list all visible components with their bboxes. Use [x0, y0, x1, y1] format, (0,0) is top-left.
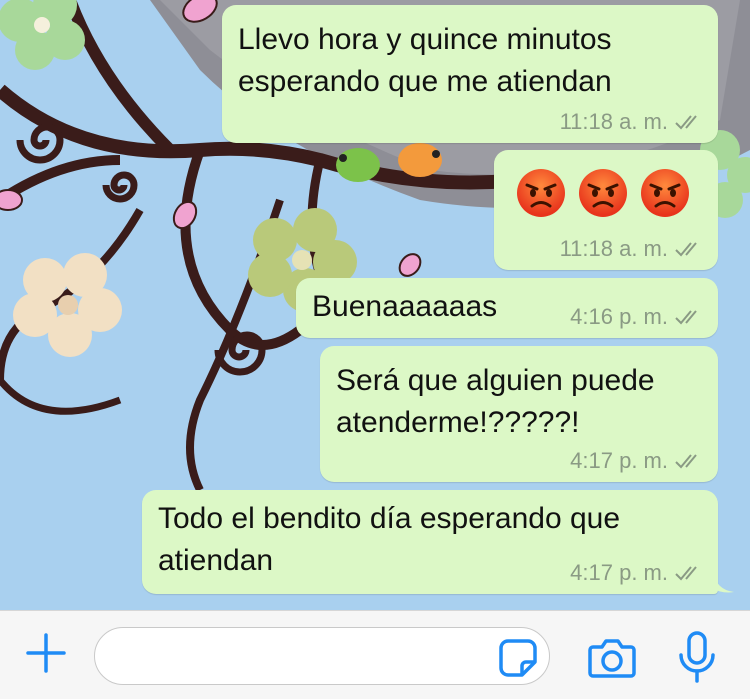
message-bubble[interactable]: Será que alguien puede atenderme!?????! … — [320, 346, 718, 482]
message-input-bar — [0, 610, 750, 699]
message-bubble[interactable]: 11:18 a. m. — [494, 150, 718, 270]
message-time: 4:17 p. m. — [570, 560, 668, 585]
microphone-icon[interactable] — [676, 631, 718, 683]
message-time: 11:18 a. m. — [559, 236, 668, 261]
camera-icon[interactable] — [588, 637, 636, 679]
message-text: Será que alguien puede atenderme!?????! — [336, 364, 655, 439]
message-bubble[interactable]: Todo el bendito día esperando que atiend… — [142, 490, 718, 594]
message-text: Llevo hora y quince minutos esperando qu… — [238, 23, 612, 98]
message-time: 4:16 p. m. — [570, 304, 668, 329]
double-check-icon — [675, 454, 697, 469]
message-meta: 11:18 a. m. — [560, 109, 704, 135]
message-meta: 11:18 a. m. — [560, 236, 704, 262]
chat-area: Llevo hora y quince minutos esperando qu… — [0, 0, 750, 610]
message-meta: 4:16 p. m. — [570, 304, 704, 330]
message-input[interactable] — [94, 627, 550, 685]
message-time: 11:18 a. m. — [559, 109, 668, 134]
angry-face-icon — [579, 169, 627, 217]
emoji-row — [516, 168, 690, 218]
plus-icon[interactable] — [24, 631, 68, 675]
double-check-icon — [675, 115, 697, 130]
angry-face-icon — [641, 169, 689, 217]
double-check-icon — [675, 566, 697, 581]
double-check-icon — [675, 242, 697, 257]
bubble-tail — [712, 570, 734, 593]
message-bubble[interactable]: Buenaaaaaas 4:16 p. m. — [296, 278, 718, 338]
message-meta: 4:17 p. m. — [570, 448, 704, 474]
message-bubble[interactable]: Llevo hora y quince minutos esperando qu… — [222, 5, 718, 143]
sticker-icon[interactable] — [498, 638, 538, 678]
double-check-icon — [675, 310, 697, 325]
message-time: 4:17 p. m. — [570, 448, 668, 473]
message-meta: 4:17 p. m. — [570, 560, 704, 586]
angry-face-icon — [517, 169, 565, 217]
